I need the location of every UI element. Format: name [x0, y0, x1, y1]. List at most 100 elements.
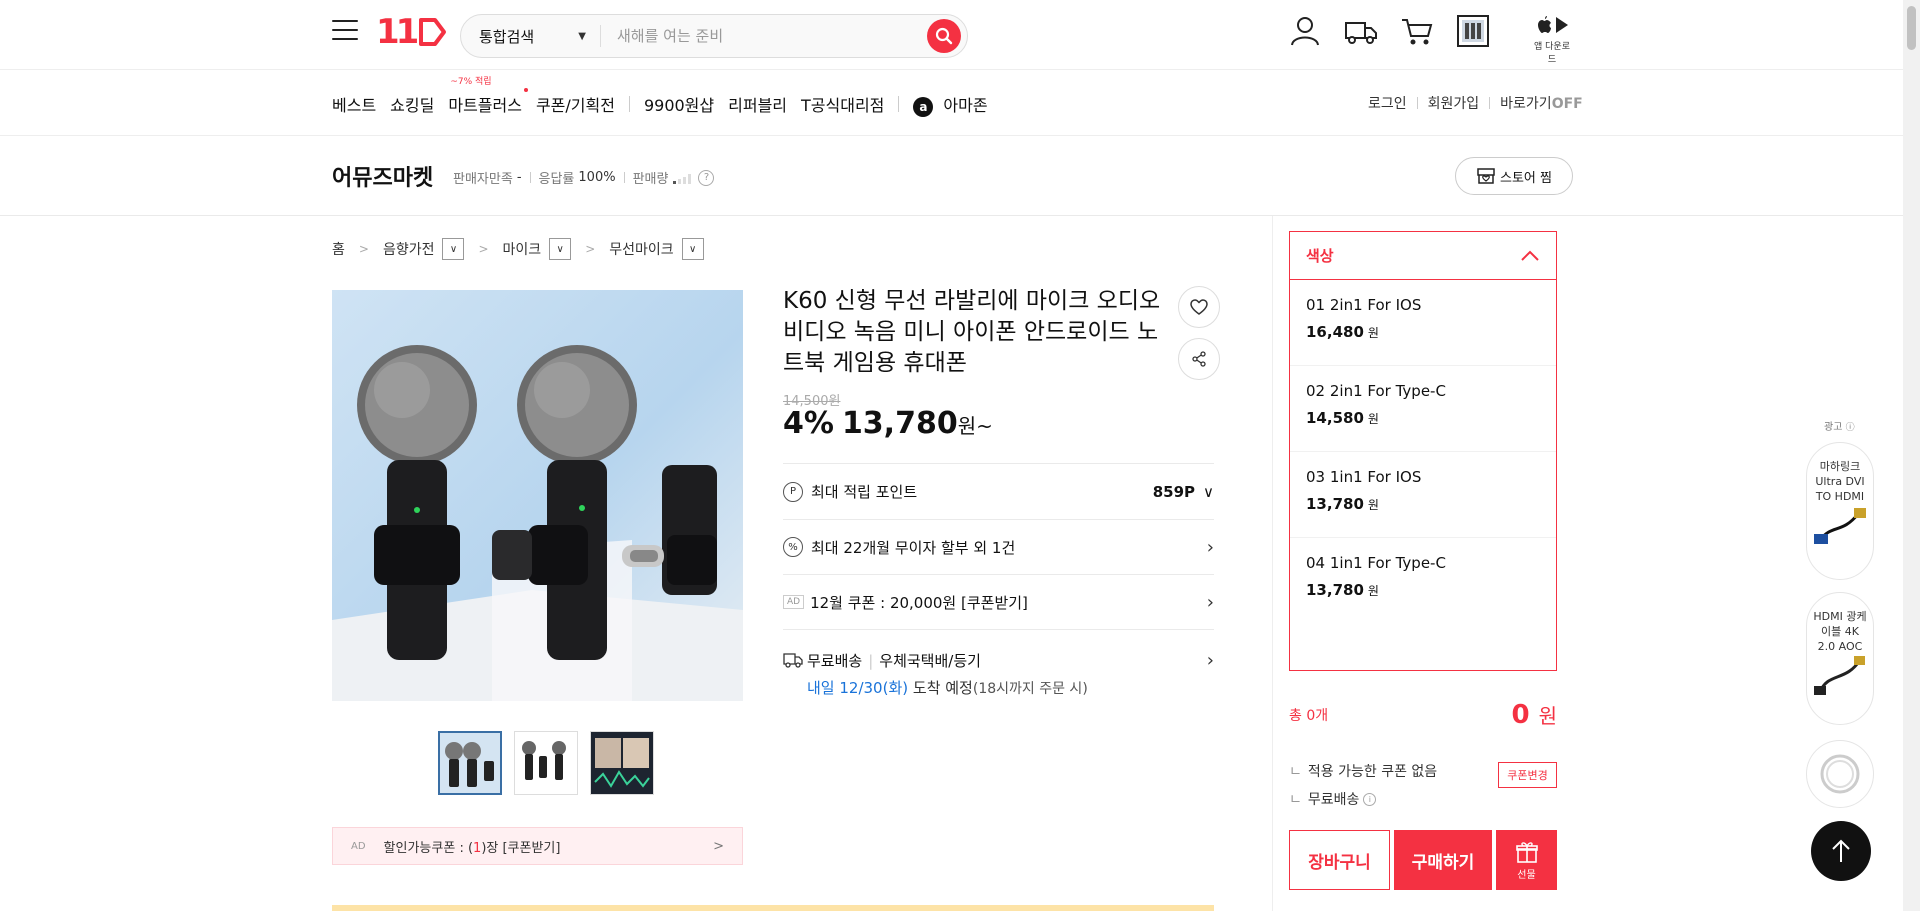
nav-mart-plus[interactable]: ~7% 적립 마트플러스: [448, 77, 528, 116]
arrow-up-icon: [1832, 839, 1850, 862]
util-separator: [1489, 97, 1491, 109]
ad-rail-label: 광고 ⓘ: [1824, 418, 1855, 433]
wishlist-button[interactable]: [1178, 286, 1220, 328]
util-separator: [1416, 97, 1418, 109]
option-item[interactable]: 03 1in1 For IOS 13,780 원: [1290, 452, 1556, 538]
shortcut-label: 바로가기: [1500, 96, 1552, 112]
points-value: 859P: [1152, 482, 1196, 501]
option-price-value: 13,780: [1306, 581, 1364, 599]
option-item[interactable]: 04 1in1 For Type-C 13,780 원: [1290, 538, 1556, 624]
delivery-truck-icon[interactable]: [1344, 14, 1378, 48]
apple-googleplay-icon: [1538, 16, 1568, 33]
option-price: 13,780 원: [1306, 581, 1540, 599]
installment-row[interactable]: % 최대 22개월 무이자 할부 외 1건 ›: [783, 519, 1214, 574]
points-row[interactable]: P 최대 적립 포인트 859P ∨: [783, 463, 1214, 519]
thumbnail-3[interactable]: [590, 731, 654, 795]
chevron-right-icon: >: [478, 242, 489, 256]
meta-separator: [623, 172, 625, 183]
shortcut-toggle[interactable]: 바로가기OFF: [1500, 93, 1583, 113]
nav-amazon[interactable]: a 아마존: [913, 92, 988, 117]
breadcrumb-dropdown-1[interactable]: ∨: [442, 238, 465, 260]
nav-t-official[interactable]: T공식대리점: [801, 92, 884, 116]
nav-coupon[interactable]: 쿠폰/기획전: [536, 92, 615, 116]
total-price: 0 원: [1511, 700, 1557, 730]
cart-icon[interactable]: [1400, 14, 1434, 48]
shipping-row[interactable]: 무료배송 | 우체국택배/등기 내일 12/30(화) 도착 예정(18시까지 주문…: [783, 629, 1214, 705]
add-to-cart-button[interactable]: 장바구니: [1289, 830, 1390, 890]
search-category-select[interactable]: 통합검색 ▼: [461, 25, 601, 47]
search-icon: [935, 27, 953, 45]
installment-text: 최대 22개월 무이자 할부 외 1건: [811, 538, 1016, 557]
join-link[interactable]: 회원가입: [1428, 93, 1480, 113]
thumbnail-1[interactable]: [438, 731, 502, 795]
shop-name[interactable]: 어뮤즈마켓: [332, 160, 433, 192]
help-icon[interactable]: ?: [698, 169, 715, 186]
shortcut-state: OFF: [1551, 96, 1583, 112]
sales-label: 판매량: [632, 172, 669, 187]
ad-card-title: HDMI 광케이블 4K 2.0 AOC: [1813, 610, 1867, 653]
breadcrumb-category-3[interactable]: 무선마이크: [609, 239, 673, 259]
nav-refurbly[interactable]: 리퍼블리: [728, 92, 787, 116]
heart-icon: [1190, 299, 1208, 315]
indent-mark: ㄴ: [1289, 764, 1302, 780]
mart-badge: ~7% 적립: [450, 77, 492, 88]
thumbnail-list: [438, 731, 666, 795]
scrollbar-track[interactable]: [1903, 0, 1920, 911]
info-icon[interactable]: ⓘ: [1846, 423, 1855, 433]
buy-now-button[interactable]: 구매하기: [1394, 830, 1492, 890]
response-value: 100%: [578, 170, 616, 185]
nav-9900[interactable]: 9900원샵: [644, 92, 714, 116]
arrival-text: 도착 예정: [912, 679, 973, 697]
option-item[interactable]: 02 2in1 For Type-C 14,580 원: [1290, 366, 1556, 452]
option-item[interactable]: 01 2in1 For IOS 16,480 원: [1290, 280, 1556, 366]
bottom-banner: [332, 905, 1214, 911]
ad-card-2[interactable]: HDMI 광케이블 4K 2.0 AOC: [1806, 592, 1874, 725]
gift-button[interactable]: 선물: [1496, 830, 1557, 890]
shipping-line: 무료배송 | 우체국택배/등기: [807, 650, 1088, 671]
product-main-image[interactable]: [332, 290, 743, 701]
ad-card-3[interactable]: [1806, 740, 1874, 808]
ad-card-1[interactable]: 마하링크 Ultra DVI TO HDMI: [1806, 442, 1874, 580]
store-favorite-button[interactable]: 스토어 찜: [1455, 157, 1573, 195]
scroll-to-top-button[interactable]: [1811, 821, 1871, 881]
scrollbar-thumb[interactable]: [1907, 6, 1916, 50]
chevron-right-icon: >: [358, 242, 369, 256]
discount-coupon-banner[interactable]: AD 할인가능쿠폰 : (1)장 [쿠폰받기] >: [332, 827, 743, 865]
option-name: 02 2in1 For Type-C: [1306, 382, 1446, 400]
breadcrumb-dropdown-2[interactable]: ∨: [549, 238, 572, 260]
option-price-value: 13,780: [1306, 495, 1364, 513]
ad-label: AD: [351, 840, 366, 852]
11st-logo[interactable]: 11: [376, 12, 447, 52]
coupon-prefix: 할인가능쿠폰 : (: [383, 840, 474, 856]
info-icon[interactable]: i: [1363, 792, 1377, 806]
option-header[interactable]: 색상: [1290, 232, 1556, 280]
free-shipping-row: ㄴ 무료배송 i: [1289, 789, 1377, 809]
free-shipping: 무료배송: [807, 652, 863, 670]
breadcrumb-category-2[interactable]: 마이크: [503, 239, 542, 259]
main-nav: 베스트 쇼킹딜 ~7% 적립 마트플러스 쿠폰/기획전 9900원샵 리퍼블리 …: [332, 77, 1002, 117]
arrival-date: 내일 12/30(화): [807, 679, 909, 697]
option-name: 04 1in1 For Type-C: [1306, 554, 1446, 572]
breadcrumb-dropdown-3[interactable]: ∨: [681, 238, 704, 260]
coupon-row[interactable]: AD 12월 쿠폰 : 20,000원 [쿠폰받기] ›: [783, 574, 1214, 629]
coupon-change-button[interactable]: 쿠폰변경: [1498, 762, 1557, 788]
menu-icon[interactable]: [332, 20, 358, 42]
chevron-right-icon: ›: [1206, 591, 1214, 613]
option-name: 01 2in1 For IOS: [1306, 296, 1422, 314]
user-icon[interactable]: [1288, 14, 1322, 48]
nav-shocking-deal[interactable]: 쇼킹딜: [390, 92, 434, 116]
breadcrumb-home[interactable]: 홈: [332, 239, 345, 259]
breadcrumb-category-1[interactable]: 음향가전: [383, 239, 435, 259]
recent-viewed-icon[interactable]: [1456, 14, 1490, 48]
app-download[interactable]: 앱 다운로드: [1530, 14, 1574, 65]
search-input[interactable]: [601, 27, 927, 45]
store-heart-icon: [1477, 168, 1495, 184]
coupon-status-row: ㄴ 적용 가능한 쿠폰 없음: [1289, 761, 1437, 781]
thumbnail-2[interactable]: [514, 731, 578, 795]
nav-best[interactable]: 베스트: [332, 92, 376, 116]
login-link[interactable]: 로그인: [1368, 93, 1407, 113]
search-button[interactable]: [927, 19, 961, 53]
thumbnail-image: [515, 732, 577, 794]
share-button[interactable]: [1178, 338, 1220, 380]
search-category-label: 통합검색: [479, 27, 535, 46]
